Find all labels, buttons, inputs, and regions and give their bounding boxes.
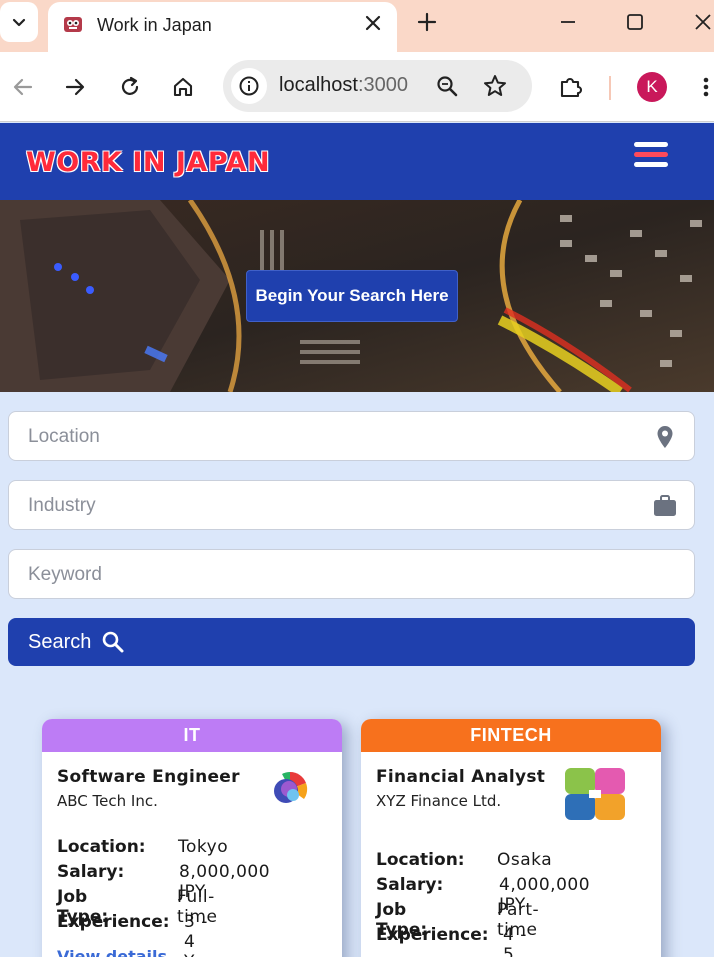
salary-label: Salary: bbox=[57, 862, 125, 882]
site-logo[interactable]: WORK IN JAPAN bbox=[26, 147, 270, 178]
experience-value: 3 - 4 Year bbox=[184, 912, 222, 957]
location-value: Osaka bbox=[497, 850, 553, 870]
browser-tab[interactable]: Work in Japan bbox=[48, 2, 397, 52]
home-icon[interactable] bbox=[170, 74, 196, 100]
job-title: Financial Analyst bbox=[376, 767, 546, 787]
window-close-icon[interactable] bbox=[691, 10, 714, 34]
chevron-down-icon bbox=[12, 18, 26, 27]
job-card[interactable]: IT Software Engineer ABC Tech Inc. Locat… bbox=[42, 719, 342, 957]
zoom-icon[interactable] bbox=[434, 73, 460, 99]
location-label: Location: bbox=[57, 837, 146, 857]
address-bar[interactable]: localhost:3000 bbox=[223, 60, 532, 112]
menu-dots-icon[interactable] bbox=[694, 74, 714, 100]
company-logo-icon bbox=[273, 771, 308, 806]
job-card[interactable]: FINTECH Financial Analyst XYZ Finance Lt… bbox=[361, 719, 661, 957]
location-label: Location: bbox=[376, 850, 465, 870]
star-icon[interactable] bbox=[482, 73, 508, 99]
company-logo-icon bbox=[565, 768, 625, 820]
site-header: WORK IN JAPAN bbox=[0, 123, 714, 200]
job-category-badge: IT bbox=[42, 719, 342, 752]
search-button[interactable]: Search bbox=[8, 618, 695, 666]
maximize-icon[interactable] bbox=[623, 10, 647, 34]
minimize-icon[interactable] bbox=[556, 10, 580, 34]
view-details-link[interactable]: View details bbox=[57, 947, 167, 957]
experience-label: Experience: bbox=[57, 912, 170, 932]
industry-input[interactable] bbox=[28, 493, 628, 519]
url-text: localhost:3000 bbox=[279, 74, 408, 97]
job-category-badge: FINTECH bbox=[361, 719, 661, 752]
profile-avatar[interactable]: K bbox=[637, 72, 667, 102]
favicon-icon bbox=[64, 17, 82, 32]
hero-banner: Begin Your Search Here bbox=[0, 200, 714, 392]
hamburger-line bbox=[634, 152, 668, 157]
hamburger-line bbox=[634, 142, 668, 147]
keyword-input[interactable] bbox=[28, 562, 628, 588]
begin-search-button[interactable]: Begin Your Search Here bbox=[246, 270, 458, 322]
location-pin-icon bbox=[657, 426, 673, 448]
forward-icon[interactable] bbox=[62, 74, 88, 100]
back-icon[interactable] bbox=[10, 74, 36, 100]
tab-title: Work in Japan bbox=[97, 15, 212, 35]
company-name: ABC Tech Inc. bbox=[57, 792, 158, 810]
site-info-button[interactable] bbox=[231, 68, 267, 104]
job-title: Software Engineer bbox=[57, 767, 240, 787]
close-icon[interactable] bbox=[361, 11, 385, 35]
info-icon bbox=[239, 76, 259, 96]
extensions-icon[interactable] bbox=[558, 73, 584, 99]
experience-value: 4 - 5 Year bbox=[503, 925, 527, 957]
toolbar-separator bbox=[609, 76, 611, 100]
search-icon bbox=[103, 631, 124, 653]
browser-toolbar: localhost:3000 K bbox=[0, 52, 714, 122]
hamburger-icon[interactable] bbox=[634, 142, 670, 170]
keyword-field[interactable] bbox=[8, 549, 695, 599]
url-host: localhost bbox=[279, 74, 358, 96]
search-button-label: Search bbox=[28, 630, 92, 653]
industry-field[interactable] bbox=[8, 480, 695, 530]
company-name: XYZ Finance Ltd. bbox=[376, 792, 502, 810]
briefcase-icon bbox=[654, 495, 676, 516]
browser-tab-strip: Work in Japan bbox=[0, 0, 714, 52]
location-field[interactable] bbox=[8, 411, 695, 461]
salary-label: Salary: bbox=[376, 875, 444, 895]
location-value: Tokyo bbox=[178, 837, 229, 857]
tab-search-button[interactable] bbox=[0, 2, 38, 42]
plus-icon[interactable] bbox=[414, 9, 440, 35]
hamburger-line bbox=[634, 162, 668, 167]
reload-icon[interactable] bbox=[117, 74, 143, 100]
experience-label: Experience: bbox=[376, 925, 489, 945]
location-input[interactable] bbox=[28, 424, 628, 450]
url-port: :3000 bbox=[357, 74, 408, 96]
